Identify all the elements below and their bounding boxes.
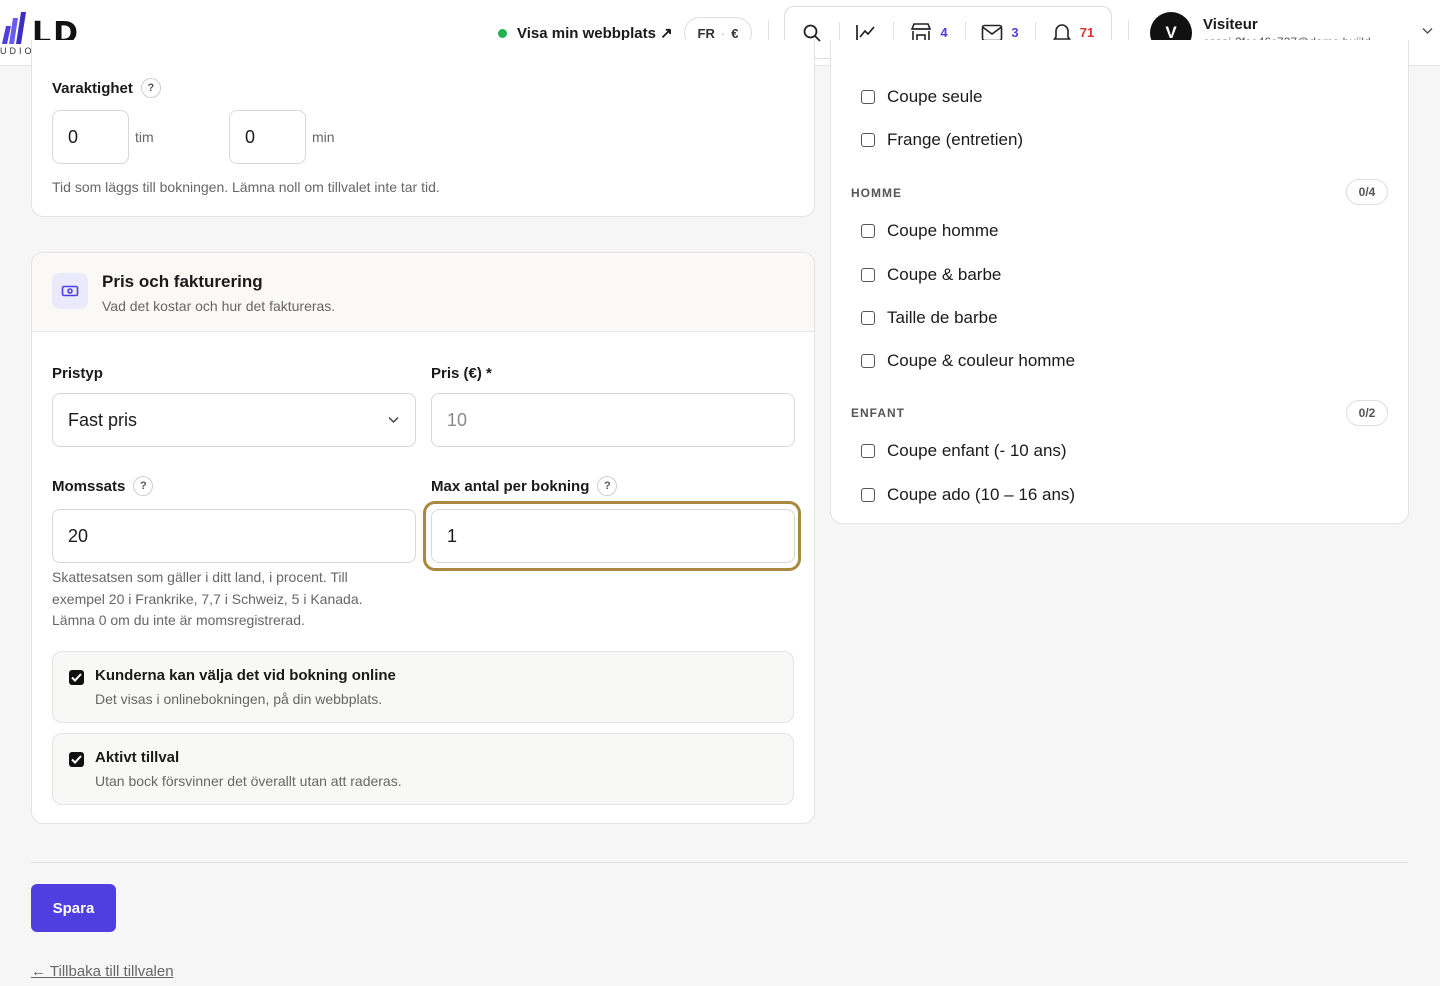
pricing-subtitle: Vad det kostar och hur det faktureras. <box>102 298 336 314</box>
price-label: Pris (€) * <box>431 365 492 382</box>
service-item[interactable]: Taille de barbe <box>861 307 998 329</box>
service-item[interactable]: Coupe & couleur homme <box>861 350 1075 372</box>
price-type-select[interactable]: Fast pris <box>52 393 416 447</box>
service-item[interactable]: Coupe enfant (- 10 ans) <box>861 440 1067 462</box>
active-checkbox[interactable] <box>69 752 84 767</box>
vat-label-row: Momssats ? <box>52 476 154 496</box>
service-item[interactable]: Frange (entretien) <box>861 129 1023 151</box>
group-label-homme: HOMME <box>851 186 902 200</box>
focus-ring <box>423 501 801 571</box>
duration-label-row: Varaktighet ? <box>52 78 161 98</box>
active-title: Aktivt tillval <box>95 749 180 766</box>
logo-bars-icon <box>2 12 26 44</box>
online-booking-option[interactable]: Kunderna kan välja det vid bokning onlin… <box>52 651 794 723</box>
service-checkbox[interactable] <box>861 268 875 282</box>
vat-hint: Skattesatsen som gäller i ditt land, i p… <box>52 567 363 632</box>
messages-count: 3 <box>1011 25 1019 40</box>
language-code: FR <box>697 25 715 41</box>
hours-input[interactable]: 0 <box>52 110 129 164</box>
active-option[interactable]: Aktivt tillval Utan bock försvinner det … <box>52 733 794 805</box>
currency-symbol: € <box>731 25 739 41</box>
mail-icon <box>982 24 1003 41</box>
service-label: Coupe seule <box>887 87 983 106</box>
price-type-value: Fast pris <box>68 409 138 430</box>
service-label: Coupe enfant (- 10 ans) <box>887 441 1067 460</box>
hours-unit: tim <box>135 129 154 145</box>
service-label: Coupe homme <box>887 221 999 240</box>
online-booking-desc: Det visas i onlinebokningen, på din webb… <box>95 691 383 707</box>
vat-label: Momssats <box>52 477 126 495</box>
vat-hint-line: Lämna 0 om du inte är momsregistrerad. <box>52 612 305 628</box>
check-icon <box>71 673 82 682</box>
footer-divider <box>31 862 1408 863</box>
service-checkbox[interactable] <box>861 311 875 325</box>
service-item[interactable]: Coupe ado (10 – 16 ans) <box>861 484 1075 506</box>
shop-count: 4 <box>940 25 948 40</box>
service-checkbox[interactable] <box>861 354 875 368</box>
vat-hint-line: Skattesatsen som gäller i ditt land, i p… <box>52 569 348 585</box>
minutes-input[interactable]: 0 <box>229 110 306 164</box>
pricing-header: Pris och fakturering Vad det kostar och … <box>32 253 814 332</box>
logo-subtext: UDIO <box>0 46 35 56</box>
group-count-homme: 0/4 <box>1346 179 1388 205</box>
service-item[interactable]: Coupe seule <box>861 86 982 108</box>
duration-label: Varaktighet <box>52 79 133 97</box>
service-checkbox[interactable] <box>861 133 875 147</box>
service-label: Coupe ado (10 – 16 ans) <box>887 485 1076 504</box>
help-icon[interactable]: ? <box>133 476 154 496</box>
service-item[interactable]: Coupe homme <box>861 220 999 242</box>
max-per-booking-label: Max antal per bokning <box>431 477 590 495</box>
chevron-down-icon[interactable] <box>1422 27 1433 35</box>
service-label: Taille de barbe <box>887 308 998 327</box>
service-label: Frange (entretien) <box>887 130 1024 149</box>
help-icon[interactable]: ? <box>140 78 161 98</box>
user-name: Visiteur <box>1203 16 1258 33</box>
minutes-unit: min <box>312 129 335 145</box>
banknote-icon <box>52 273 88 309</box>
services-card: Coupe seule Frange (entretien) HOMME 0/4… <box>830 40 1409 524</box>
separator-dot: · <box>720 25 726 41</box>
service-label: Coupe & barbe <box>887 265 1002 284</box>
notifications-count: 71 <box>1079 25 1095 40</box>
service-label: Coupe & couleur homme <box>887 351 1076 370</box>
active-desc: Utan bock försvinner det överallt utan a… <box>95 773 402 789</box>
group-label-enfant: ENFANT <box>851 406 905 420</box>
save-button[interactable]: Spara <box>31 884 116 932</box>
service-checkbox[interactable] <box>861 488 875 502</box>
price-type-label: Pristyp <box>52 365 103 382</box>
pricing-title: Pris och fakturering <box>102 272 263 291</box>
max-per-booking-label-row: Max antal per bokning ? <box>431 476 618 496</box>
service-item[interactable]: Coupe & barbe <box>861 264 1001 286</box>
duration-card: Varaktighet ? 0 tim 0 min Tid som läggs … <box>31 40 815 217</box>
price-input[interactable]: 10 <box>431 393 795 447</box>
service-checkbox[interactable] <box>861 90 875 104</box>
duration-hint: Tid som läggs till bokningen. Lämna noll… <box>52 179 440 195</box>
back-to-addons-link[interactable]: ← Tillbaka till tillvalen <box>31 963 174 980</box>
help-icon[interactable]: ? <box>597 476 618 496</box>
group-count-enfant: 0/2 <box>1346 400 1388 426</box>
online-booking-title: Kunderna kan välja det vid bokning onlin… <box>95 667 396 684</box>
vat-hint-line: exempel 20 i Frankrike, 7,7 i Schweiz, 5… <box>52 590 363 607</box>
online-booking-checkbox[interactable] <box>69 670 84 685</box>
chevron-down-icon <box>388 416 399 424</box>
check-icon <box>71 755 82 764</box>
service-checkbox[interactable] <box>861 224 875 238</box>
vat-input[interactable]: 20 <box>52 509 416 563</box>
service-checkbox[interactable] <box>861 444 875 458</box>
online-status-dot <box>498 28 507 38</box>
